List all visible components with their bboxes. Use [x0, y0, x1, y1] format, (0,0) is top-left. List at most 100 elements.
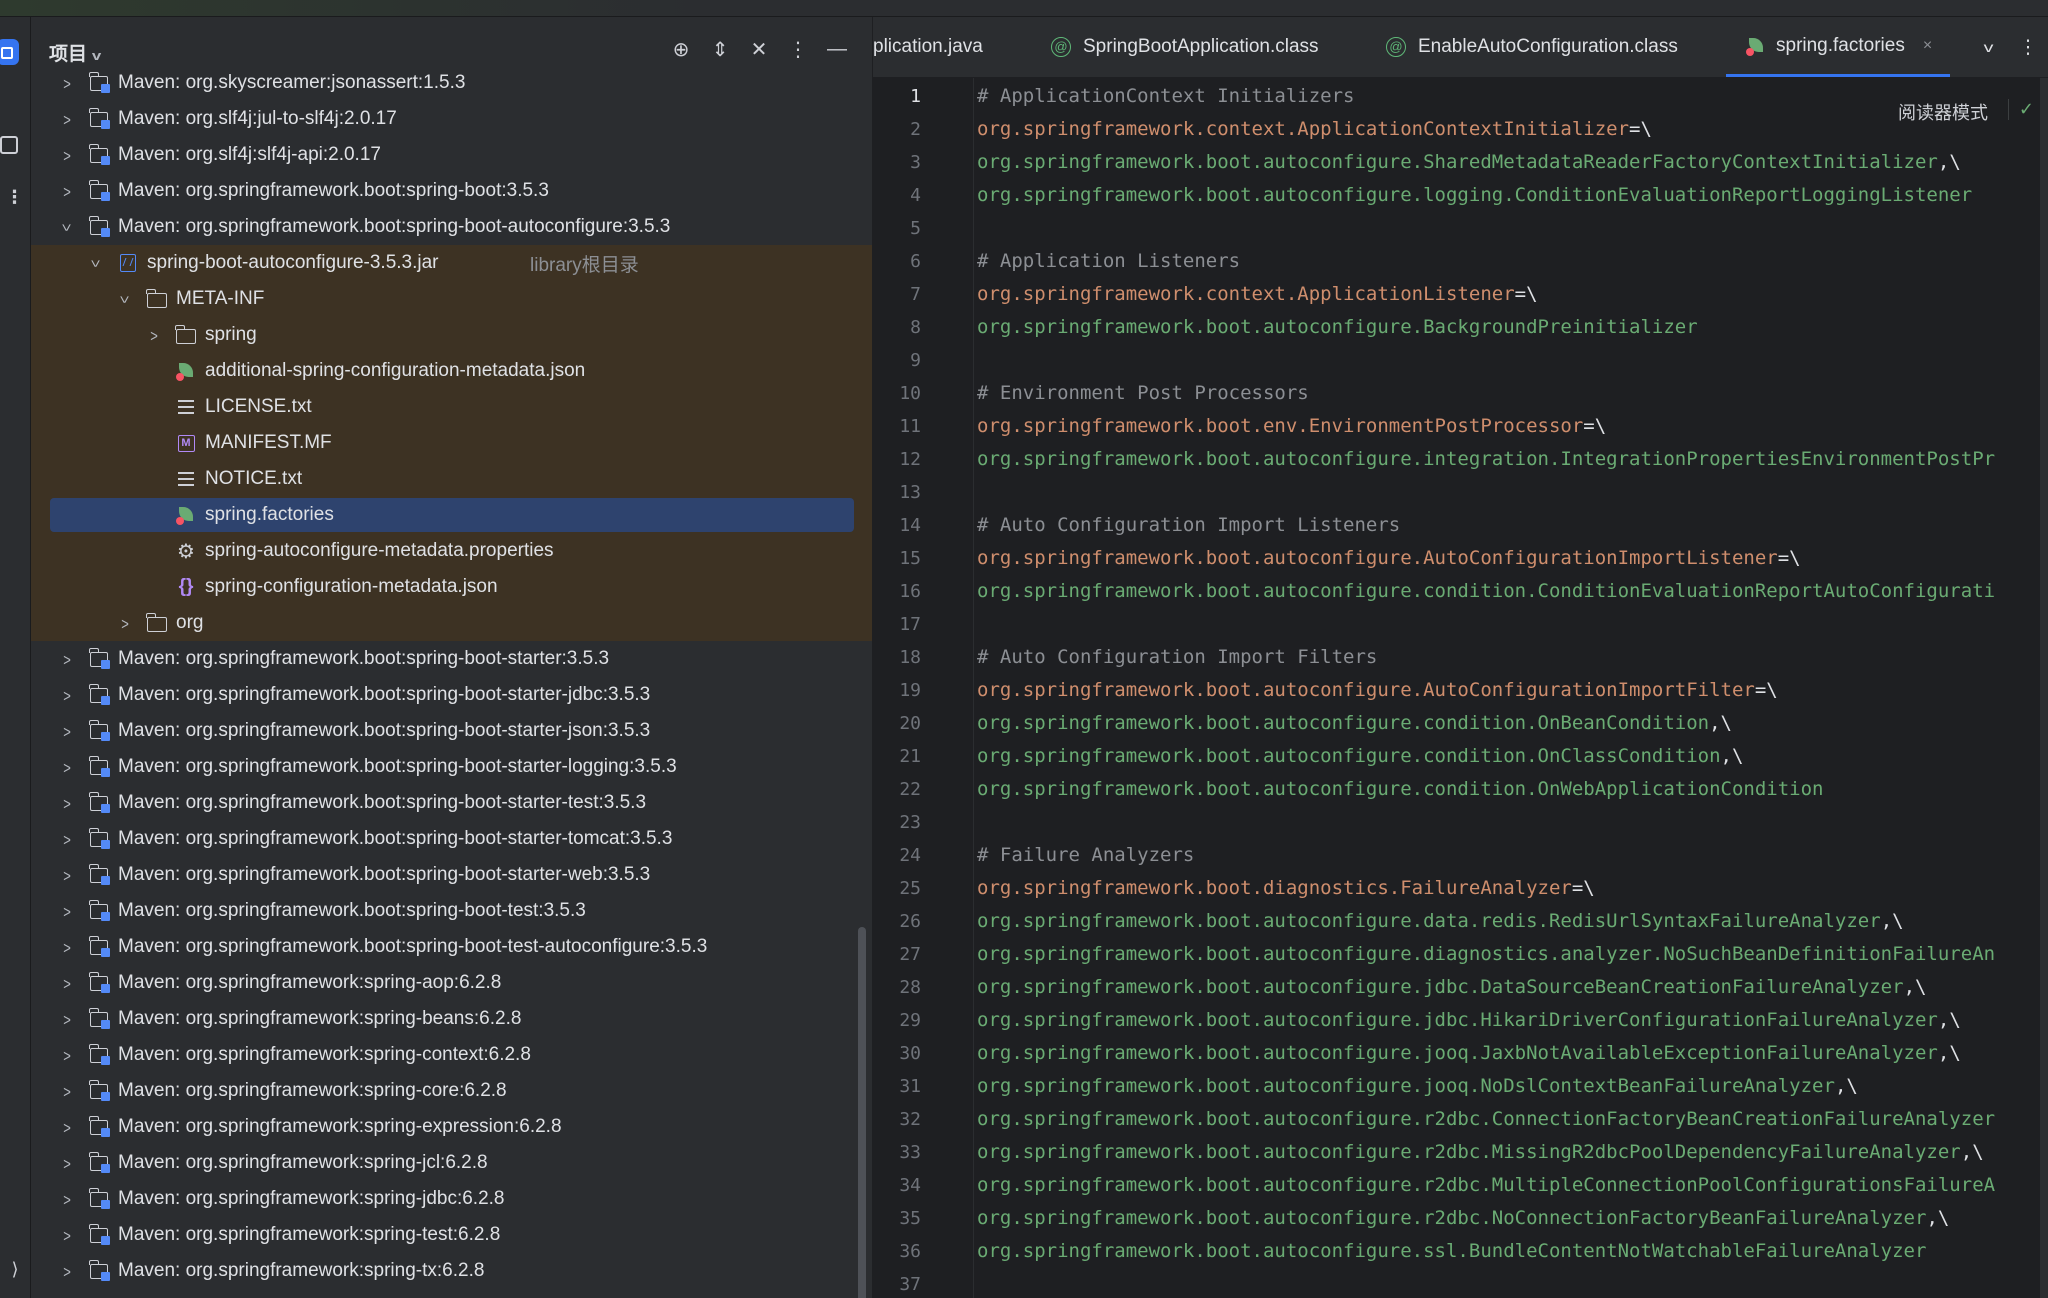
folder-icon — [146, 612, 168, 634]
gear-icon: ⚙ — [177, 540, 195, 563]
tree-row[interactable]: > Maven: org.skyscreamer:jsonassert:1.5.3 — [31, 65, 872, 101]
chevron-right-icon[interactable]: > — [58, 1225, 76, 1245]
chevron-right-icon[interactable]: > — [58, 1009, 76, 1029]
tree-row[interactable]: NOTICE.txt — [31, 461, 872, 497]
spring-json-icon — [175, 360, 197, 382]
collapse-all-button[interactable]: ✕ — [745, 35, 773, 63]
tree-row[interactable]: > Maven: org.springframework:spring-aop:6… — [31, 965, 872, 1001]
tree-row[interactable]: > Maven: org.springframework.boot:spring-… — [31, 893, 872, 929]
tab-application-java[interactable]: plication.java — [873, 17, 1003, 77]
tree-row[interactable]: > Maven: org.springframework:spring-tx:6.… — [31, 1253, 872, 1289]
code-line-text: org.springframework.boot.autoconfigure.r… — [977, 1174, 1996, 1196]
chevron-right-icon[interactable]: > — [116, 613, 134, 633]
tab-spring-factories[interactable]: spring.factories × — [1726, 17, 1950, 77]
project-view-selector[interactable]: 项目 v — [49, 39, 101, 66]
tree-row[interactable]: LICENSE.txt — [31, 389, 872, 425]
tree-row[interactable]: > spring — [31, 317, 872, 353]
tree-row[interactable]: > spring-boot-autoconfigure-3.5.3.jar libr… — [31, 245, 872, 281]
chevron-right-icon[interactable]: > — [58, 829, 76, 849]
code-line-text: org.springframework.boot.diagnostics.Fai… — [977, 877, 1595, 899]
code-line-text: # Auto Configuration Import Listeners — [977, 514, 1401, 536]
chevron-right-icon[interactable]: > — [58, 73, 76, 93]
annotation-icon: @ — [1051, 37, 1071, 57]
chevron-right-icon[interactable]: > — [58, 973, 76, 993]
chevron-right-icon[interactable]: > — [58, 1081, 76, 1101]
chevron-right-icon[interactable]: > — [58, 721, 76, 741]
tree-row[interactable]: > Maven: org.springframework.boot:spring-… — [31, 785, 872, 821]
tree-row[interactable]: > Maven: org.springframework.boot:spring-… — [31, 857, 872, 893]
chevron-right-icon[interactable]: > — [58, 1117, 76, 1137]
chevron-right-icon[interactable]: > — [58, 1153, 76, 1173]
chevron-right-icon[interactable]: > — [58, 181, 76, 201]
tree-row[interactable]: > Maven: org.springframework.boot:spring-… — [31, 641, 872, 677]
tree-row[interactable]: additional-spring-configuration-metadata… — [31, 353, 872, 389]
tree-row[interactable]: > Maven: org.springframework.boot:spring-… — [31, 749, 872, 785]
chevron-right-icon[interactable]: > — [58, 109, 76, 129]
chevron-right-icon[interactable]: > — [58, 1045, 76, 1065]
chevron-right-icon[interactable]: > — [58, 757, 76, 777]
editor-scrollbar[interactable] — [2040, 78, 2048, 1298]
tree-row-label: Maven: org.skyscreamer:jsonassert:1.5.3 — [118, 72, 466, 93]
chevron-right-icon[interactable]: > — [58, 685, 76, 705]
chevron-down-icon[interactable]: > — [115, 290, 135, 308]
inspection-ok-icon[interactable]: ✓ — [2007, 99, 2034, 120]
chevron-down-icon[interactable]: > — [57, 218, 77, 236]
chevron-right-icon[interactable]: > — [58, 901, 76, 921]
tab-label: spring.factories — [1776, 34, 1905, 56]
tree-row[interactable]: > Maven: org.slf4j:slf4j-api:2.0.17 — [31, 137, 872, 173]
tree-row[interactable]: > Maven: org.springframework.boot:spring-… — [31, 173, 872, 209]
chevron-right-icon[interactable]: > — [58, 793, 76, 813]
chevron-down-icon[interactable]: > — [86, 254, 106, 272]
editor-options-button[interactable]: ⋮ — [2013, 17, 2043, 77]
expand-all-button[interactable]: ⇕ — [706, 35, 734, 63]
tree-row[interactable]: > Maven: org.springframework:spring-jcl:6… — [31, 1145, 872, 1181]
tree-row[interactable]: spring.factories — [31, 497, 872, 533]
hide-panel-button[interactable]: — — [823, 35, 851, 63]
tree-row[interactable]: ⚙ spring-autoconfigure-metadata.propertie… — [31, 533, 872, 569]
structure-tool-button[interactable] — [0, 125, 30, 165]
tree-row[interactable]: > Maven: org.springframework:spring-beans… — [31, 1001, 872, 1037]
chevron-right-icon[interactable]: > — [58, 649, 76, 669]
tree-row[interactable]: > Maven: org.springframework.boot:spring-… — [31, 677, 872, 713]
tree-row[interactable]: > META-INF — [31, 281, 872, 317]
reader-mode-button[interactable]: 阅读器模式 — [1886, 97, 2000, 127]
tree-row[interactable]: {} spring-configuration-metadata.json — [31, 569, 872, 605]
tab-label: EnableAutoConfiguration.class — [1418, 36, 1678, 57]
tree-row[interactable]: > Maven: org.springframework.boot:spring-… — [31, 929, 872, 965]
close-tab-icon[interactable]: × — [1923, 37, 1932, 55]
line-number: 1 — [910, 86, 921, 107]
locate-file-button[interactable]: ⊕ — [667, 35, 695, 63]
left-tool-strip: ⋮ ⟩ — [0, 17, 31, 1298]
tree-row[interactable]: > Maven: org.springframework:spring-expre… — [31, 1109, 872, 1145]
tab-springbootapplication-class[interactable]: @ SpringBootApplication.class — [1051, 17, 1341, 77]
project-icon — [0, 39, 19, 65]
tree-row[interactable]: > org — [31, 605, 872, 641]
library-icon — [88, 143, 110, 166]
tree-row[interactable]: > Maven: org.springframework:spring-conte… — [31, 1037, 872, 1073]
chevron-right-icon[interactable]: > — [58, 937, 76, 957]
tab-list-button[interactable]: v — [1973, 17, 2003, 77]
chevron-right-icon[interactable]: > — [58, 145, 76, 165]
more-tools-button[interactable]: ⋮ — [0, 177, 30, 217]
line-number: 9 — [910, 350, 921, 371]
project-tool-button[interactable] — [0, 32, 30, 72]
tree-row[interactable]: > Maven: org.springframework.boot:spring-… — [31, 209, 872, 245]
commit-tool-button[interactable]: ⟩ — [0, 1249, 30, 1289]
chevron-right-icon[interactable]: > — [145, 325, 163, 345]
tree-row[interactable]: > Maven: org.springframework.boot:spring-… — [31, 713, 872, 749]
code-view[interactable]: 1 # ApplicationContext Initializers 2 org.s… — [873, 78, 2048, 1298]
chevron-right-icon[interactable]: > — [58, 1261, 76, 1281]
tree-row[interactable]: > Maven: org.slf4j:jul-to-slf4j:2.0.17 — [31, 101, 872, 137]
tab-enableautoconfiguration-class[interactable]: @ EnableAutoConfiguration.class — [1386, 17, 1696, 77]
tree-row[interactable]: > Maven: org.springframework:spring-test:… — [31, 1217, 872, 1253]
project-tree-scrollbar[interactable] — [858, 927, 866, 1298]
line-number: 26 — [899, 911, 921, 932]
chevron-right-icon[interactable]: > — [58, 1189, 76, 1209]
tree-row[interactable]: > Maven: org.springframework.boot:spring-… — [31, 821, 872, 857]
chevron-right-icon[interactable]: > — [58, 865, 76, 885]
tree-row[interactable]: M MANIFEST.MF — [31, 425, 872, 461]
tree-row[interactable]: > Maven: org.springframework:spring-core:… — [31, 1073, 872, 1109]
jar-icon — [117, 252, 139, 274]
options-button[interactable]: ⋮ — [784, 35, 812, 63]
tree-row[interactable]: > Maven: org.springframework:spring-jdbc:… — [31, 1181, 872, 1217]
